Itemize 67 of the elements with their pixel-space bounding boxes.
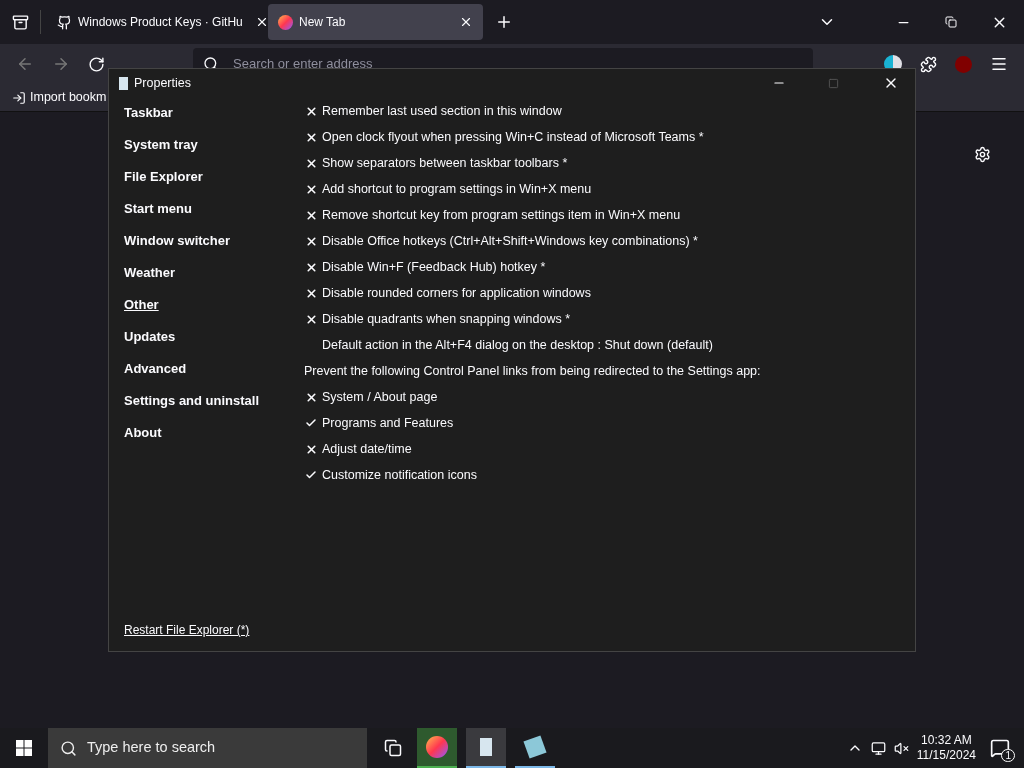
extensions-icon[interactable] [920,55,937,73]
cross-icon[interactable] [304,130,318,144]
sidebar-item[interactable]: Weather [124,257,304,289]
tab-title: Windows Product Keys · GitHu [78,14,243,31]
sidebar-item[interactable]: Window switcher [124,225,304,257]
cross-icon[interactable] [304,260,318,274]
option-label[interactable]: Disable rounded corners for application windows [322,283,591,303]
clock-date[interactable]: 11/15/2024 [916,748,976,763]
back-icon[interactable] [16,55,34,73]
sidebar-item[interactable]: Start menu [124,193,304,225]
github-icon [57,14,72,30]
restore-icon[interactable] [945,16,957,28]
option-label[interactable]: Programs and Features [322,413,454,433]
app-icon [119,76,128,90]
sidebar-item[interactable]: About [124,417,304,449]
cross-icon[interactable] [304,390,318,404]
bookmark-item[interactable]: Import bookm [12,88,107,107]
sidebar-item[interactable]: System tray [124,129,304,161]
forward-icon[interactable] [52,55,70,73]
option-label[interactable]: Disable Office hotkeys (Ctrl+Alt+Shift+Windows key combinations) * [322,231,698,251]
option-label[interactable]: Customize notification icons [322,465,477,485]
cross-icon[interactable] [304,208,318,222]
browser-logo-icon [278,14,293,30]
taskbar-search-field[interactable]: Type here to search [48,728,367,768]
cross-icon[interactable] [304,312,318,326]
option-label[interactable]: Adjust date/time [322,439,412,459]
properties-taskbar-icon[interactable] [466,728,506,768]
option-label[interactable]: Disable Win+F (Feedback Hub) hotkey * [322,257,546,277]
sidebar-item[interactable]: Other [124,289,304,321]
restart-link[interactable]: Restart File Explorer (*) [124,621,304,639]
sidebar-item[interactable]: Settings and uninstall [124,385,304,417]
search-icon [60,739,77,757]
check-icon[interactable] [304,417,318,429]
option-label[interactable]: System / About page [322,387,438,407]
option-label[interactable]: Open clock flyout when pressing Win+C instead of Microsoft Teams * [322,127,704,147]
new-tab-icon[interactable] [495,13,513,31]
cross-icon[interactable] [304,182,318,196]
cross-icon[interactable] [304,156,318,170]
notification-count: 1 [1001,749,1015,762]
tab-title: New Tab [299,14,346,31]
sidebar-item[interactable]: Advanced [124,353,304,385]
option-label[interactable]: Show separators between taskbar toolbars * [322,153,568,173]
window-title: Properties [134,74,191,92]
clock-time[interactable]: 10:32 AM [921,733,972,748]
check-icon[interactable] [304,469,318,481]
import-icon [12,90,26,105]
muted-speaker-icon[interactable] [893,740,909,756]
option-label[interactable]: Remember last used section in this window [322,101,562,121]
section-heading: Prevent the following Control Panel links from being redirected to the Settings app: [304,362,761,380]
sidebar-item[interactable]: Updates [124,321,304,353]
cross-icon[interactable] [304,104,318,118]
option-label[interactable]: Default action in the Alt+F4 dialog on the desktop : Shut down (default) [322,335,713,355]
sidebar-item[interactable]: File Explorer [124,161,304,193]
browser-tab[interactable]: Windows Product Keys · GitHu [47,4,262,40]
option-label[interactable]: Disable quadrants when snapping windows * [322,309,571,329]
menu-icon[interactable] [990,55,1008,73]
maximize-icon [828,77,839,89]
settings-icon[interactable] [974,146,991,163]
reload-icon[interactable] [88,55,105,73]
option-label[interactable]: Add shortcut to program settings in Win+X menu [322,179,592,199]
option-label[interactable]: Remove shortcut key from program settings item in Win+X menu [322,205,681,225]
browser-tab[interactable]: New Tab [268,4,483,40]
close-icon[interactable] [459,15,473,29]
cross-icon[interactable] [304,442,318,456]
cross-icon[interactable] [304,286,318,300]
cross-icon[interactable] [304,234,318,248]
sidebar-item[interactable]: Taskbar [124,97,304,129]
